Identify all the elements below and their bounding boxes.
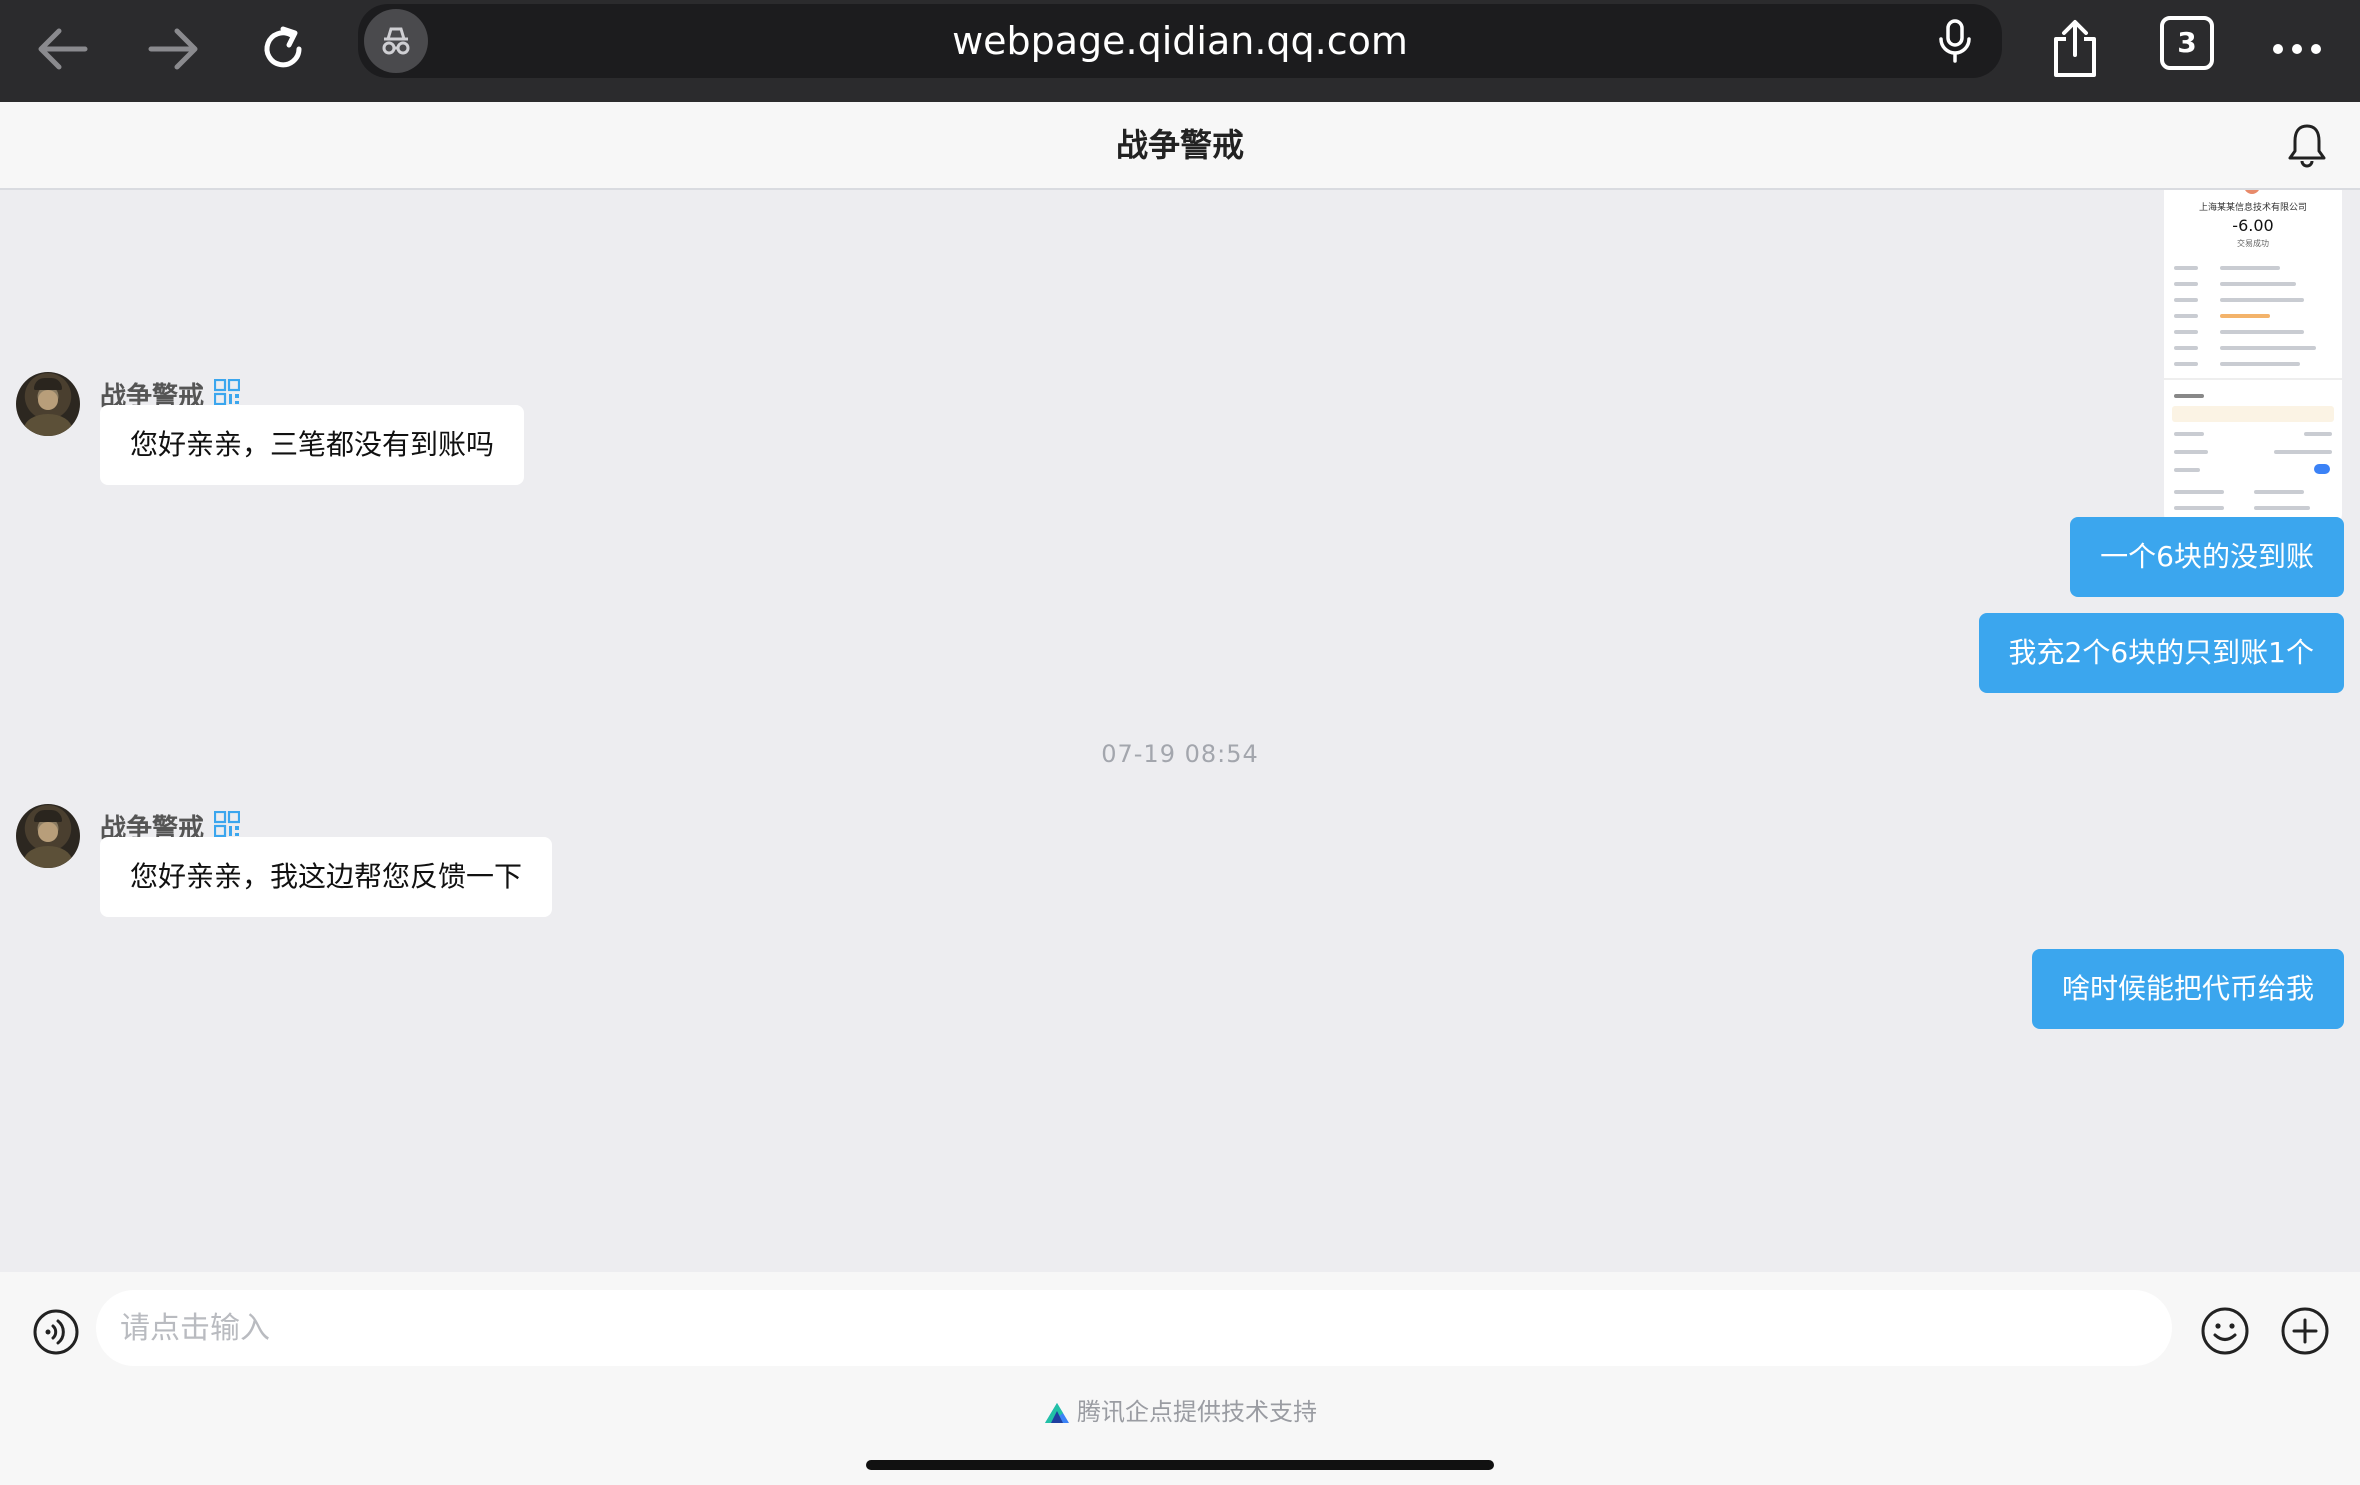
qr-code-icon[interactable] bbox=[214, 379, 240, 405]
url-text[interactable]: webpage.qidian.qq.com bbox=[358, 4, 2002, 78]
chat-title: 战争警戒 bbox=[1115, 126, 1244, 164]
powered-by-footer: 腾讯企点提供技术支持 bbox=[0, 1392, 2360, 1427]
receipt-merchant: 上海某某信息技术有限公司 bbox=[2198, 203, 2307, 213]
message-input-bar: 腾讯企点提供技术支持 bbox=[0, 1272, 2360, 1485]
back-arrow-icon bbox=[38, 28, 88, 70]
address-bar[interactable]: webpage.qidian.qq.com bbox=[358, 4, 2002, 78]
tabs-icon[interactable]: 3 bbox=[2160, 16, 2214, 70]
chat-message-list[interactable]: 上海某某信息技术有限公司 -6.00 交易成功 战争警戒 您好亲亲，三笔都没有到… bbox=[0, 190, 2360, 1272]
back-button[interactable] bbox=[28, 14, 98, 84]
more-icon bbox=[2273, 44, 2321, 54]
more-button[interactable] bbox=[2262, 14, 2332, 84]
outgoing-message-bubble[interactable]: 啥时候能把代币给我 bbox=[2031, 949, 2344, 1029]
share-button[interactable] bbox=[2040, 14, 2110, 84]
incoming-message-bubble[interactable]: 您好亲亲，我这边帮您反馈一下 bbox=[100, 837, 553, 917]
receipt-amount: -6.00 bbox=[2232, 216, 2274, 235]
voice-input-icon[interactable] bbox=[32, 1308, 80, 1356]
reload-icon bbox=[264, 26, 302, 68]
forward-arrow-icon bbox=[148, 28, 198, 70]
home-indicator[interactable] bbox=[866, 1460, 1494, 1470]
powered-by-text: 腾讯企点提供技术支持 bbox=[1077, 1398, 1317, 1426]
chat-header: 战争警戒 bbox=[0, 102, 2360, 190]
qr-code-icon[interactable] bbox=[214, 811, 240, 837]
plus-icon[interactable] bbox=[2280, 1306, 2330, 1356]
forward-button[interactable] bbox=[138, 14, 208, 84]
microphone-icon[interactable] bbox=[1928, 14, 1982, 68]
receipt-status: 交易成功 bbox=[2237, 239, 2269, 248]
merchant-logo-icon bbox=[2244, 190, 2260, 194]
outgoing-message-bubble[interactable]: 我充2个6块的只到账1个 bbox=[1978, 613, 2344, 693]
share-icon bbox=[2054, 20, 2096, 77]
reload-button[interactable] bbox=[248, 14, 318, 84]
incoming-message-bubble[interactable]: 您好亲亲，三笔都没有到账吗 bbox=[100, 405, 525, 485]
outgoing-message-bubble[interactable]: 一个6块的没到账 bbox=[2070, 517, 2344, 597]
browser-toolbar: webpage.qidian.qq.com 3 bbox=[0, 0, 2360, 102]
tencent-qidian-logo-icon bbox=[1045, 1403, 1069, 1423]
emoji-icon[interactable] bbox=[2200, 1306, 2250, 1356]
avatar[interactable] bbox=[16, 804, 80, 868]
avatar[interactable] bbox=[16, 372, 80, 436]
message-timestamp: 07-19 08:54 bbox=[1101, 740, 1259, 768]
bell-icon[interactable] bbox=[2284, 122, 2330, 168]
message-input[interactable] bbox=[96, 1290, 2172, 1366]
receipt-screenshot-image[interactable]: 上海某某信息技术有限公司 -6.00 交易成功 bbox=[2164, 190, 2342, 528]
toggle-switch bbox=[2314, 464, 2330, 474]
